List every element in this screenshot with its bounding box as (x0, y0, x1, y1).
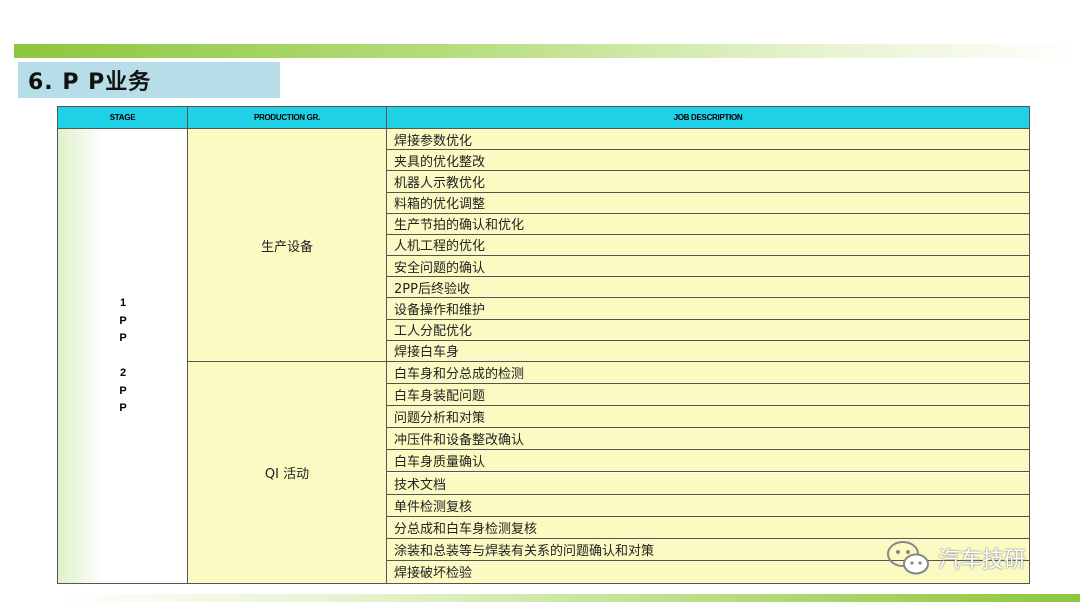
job-description: 白车身和分总成的检测 (394, 367, 525, 383)
job-row: 料箱的优化调整 (387, 192, 1029, 214)
group-label: QI 活动 (264, 467, 310, 482)
job-row: 技术文档 (387, 472, 1029, 495)
job-description: 焊接白车身 (394, 345, 460, 361)
job-description: 焊接参数优化 (394, 133, 473, 149)
job-row: 冲压件和设备整改确认 (387, 428, 1029, 451)
bottom-accent-bar (56, 594, 1080, 602)
job-row: 问题分析和对策 (387, 406, 1029, 429)
table-header-row: STAGE PRODUCTION GR. JOB DESCRIPTION (58, 107, 1029, 129)
job-description: 技术文档 (394, 477, 447, 493)
watermark: 汽车技研 (886, 538, 1026, 578)
job-description: 分总成和白车身检测复核 (394, 521, 538, 537)
title-box: 6. P P业务 (18, 62, 280, 98)
job-description: 白车身质量确认 (394, 455, 486, 471)
job-row: 白车身装配问题 (387, 384, 1029, 407)
job-description: 冲压件和设备整改确认 (394, 433, 525, 449)
wechat-icon (887, 541, 929, 575)
job-description: 工人分配优化 (394, 324, 473, 340)
job-description: 夹具的优化整改 (394, 154, 486, 170)
watermark-text: 汽车技研 (938, 548, 1027, 573)
job-description: 机器人示教优化 (394, 175, 486, 191)
job-row: 单件检测复核 (387, 494, 1029, 517)
header-job-description: JOB DESCRIPTION (673, 113, 743, 122)
job-description: 焊接破坏检验 (394, 566, 473, 582)
job-description: 涂装和总装等与焊装有关系的问题确认和对策 (394, 543, 655, 559)
job-description: 问题分析和对策 (394, 411, 486, 427)
job-description: 设备操作和维护 (394, 303, 486, 319)
group-cell-qi-activity: QI 活动 (188, 362, 387, 583)
group-separator (188, 361, 1029, 362)
job-description: 安全问题的确认 (394, 260, 486, 276)
job-row: 白车身和分总成的检测 (387, 362, 1029, 385)
job-row: 设备操作和维护 (387, 298, 1029, 320)
stage-label: 1 P P 2 P P (119, 297, 127, 414)
job-description: 料箱的优化调整 (394, 197, 486, 213)
job-description: 白车身装配问题 (394, 389, 486, 405)
job-row: 白车身质量确认 (387, 450, 1029, 473)
job-table: STAGE PRODUCTION GR. JOB DESCRIPTION 1 P… (57, 106, 1030, 584)
job-row: 工人分配优化 (387, 319, 1029, 341)
job-row: 人机工程的优化 (387, 234, 1029, 257)
job-row: 生产节拍的确认和优化 (387, 213, 1029, 235)
job-row: 安全问题的确认 (387, 256, 1029, 278)
job-description: 2PP后终验收 (394, 281, 470, 297)
job-row: 机器人示教优化 (387, 171, 1029, 193)
job-row: 焊接白车身 (387, 340, 1029, 362)
stage-cell: 1 P P 2 P P (58, 129, 188, 583)
header-production-group: PRODUCTION GR. (188, 107, 387, 128)
job-description: 人机工程的优化 (394, 239, 486, 255)
job-row: 2PP后终验收 (387, 277, 1029, 299)
group-label: 生产设备 (260, 239, 313, 255)
top-accent-bar (14, 44, 1080, 58)
job-row: 焊接参数优化 (387, 129, 1029, 151)
group-cell-production-equipment: 生产设备 (188, 129, 387, 361)
job-row: 夹具的优化整改 (387, 150, 1029, 172)
header-stage: STAGE (58, 107, 188, 128)
job-description: 生产节拍的确认和优化 (394, 218, 525, 234)
job-row: 分总成和白车身检测复核 (387, 516, 1029, 539)
job-description: 单件检测复核 (394, 499, 473, 515)
slide-title: 6. P P业务 (28, 70, 152, 95)
